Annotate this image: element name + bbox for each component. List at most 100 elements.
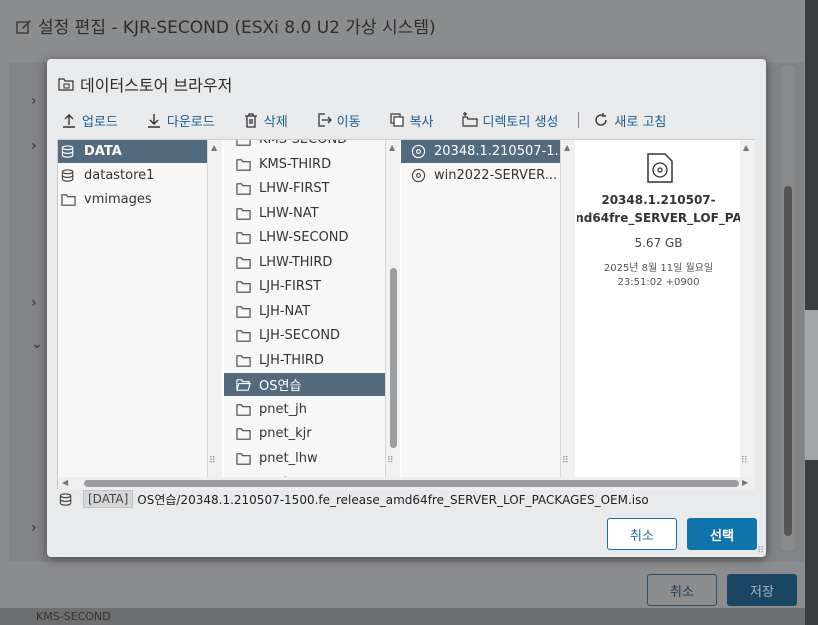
folder-icon [236,452,251,465]
folder-icon [236,330,251,342]
refresh-button[interactable]: 새로 고침 [593,111,666,130]
datastore-label: datastore1 [84,168,155,183]
folder-item[interactable]: pnet_lhw [224,447,385,470]
preview-file-name: 20348.1.210507- nd64fre_SERVER_LOF_PA [577,191,740,227]
create-directory-label: 디렉토리 생성 [482,114,559,130]
disc-image-icon [411,144,426,159]
collapse-chevron-icon[interactable]: ⌄ [31,336,43,352]
resize-grip-icon[interactable]: ⠿ [741,456,748,466]
upload-icon [63,114,75,128]
file-list: 20348.1.210507-1... win2022-SERVER... [401,140,561,477]
folder-item[interactable]: LHW-SECOND [224,226,385,249]
resize-grip-icon[interactable]: ⠿ [209,456,216,466]
folder-item[interactable]: LJH-FIRST [224,275,385,298]
upload-button[interactable]: 업로드 [61,111,118,130]
toolbar: 업로드 다운로드 삭제 이동 복사 디렉토리 생성 새로 고침 [61,109,694,131]
scrollbar-thumb[interactable] [784,186,792,536]
file-list-scrollbar[interactable]: ▲ ⠿ [561,140,575,477]
preview-file-name-line1: 20348.1.210507- [601,193,716,207]
preview-scrollbar[interactable]: ▲ ⠿ [740,140,754,477]
folder-icon [236,140,251,146]
preview-file-size: 5.67 GB [634,236,683,250]
toolbar-divider [578,112,580,128]
file-item[interactable]: win2022-SERVER... [401,164,560,187]
folder-icon [236,183,251,195]
datastore-item-data[interactable]: DATA [58,140,207,163]
folder-item[interactable]: LHW-NAT [224,202,385,225]
new-folder-icon [461,112,478,127]
datastore-item-datastore1[interactable]: datastore1 [58,164,207,187]
scroll-up-icon[interactable]: ▲ [211,143,217,152]
datastore-label: DATA [84,144,122,159]
path-value: OS연습/20348.1.210507-1500.fe_release_amd6… [137,492,649,507]
datastore-icon [61,169,74,182]
copy-icon [389,113,404,127]
background-panel-edge [805,0,818,625]
file-label: win2022-SERVER... [434,168,558,183]
folder-list-scrollbar[interactable]: ▲ ⠿ [386,140,400,477]
resize-grip-icon[interactable]: ⠿ [562,456,569,466]
folder-item[interactable]: pnet_jh [224,398,385,421]
folder-label: pnet_jh [259,401,307,417]
folder-icon [236,281,251,293]
datastore-item-vmimages[interactable]: vmimages [58,188,207,211]
scroll-up-icon[interactable]: ▲ [743,143,749,152]
expand-chevron-icon[interactable]: › [31,295,37,311]
scroll-left-icon[interactable]: ◀ [62,478,68,487]
folder-label: OS연습 [259,379,302,394]
datastore-list-scrollbar[interactable]: ▲ ⠿ [208,140,222,477]
select-button[interactable]: 선택 [687,518,757,550]
selected-path-bar: [DATA] OS연습/20348.1.210507-1500.fe_relea… [59,489,649,509]
preview-date-line1: 2025년 8월 11일 월요일 [603,263,714,274]
edit-settings-save-button[interactable]: 저장 [727,574,797,606]
datastore-list: DATA datastore1 vmimages [58,140,208,477]
scrollbar-thumb[interactable] [390,268,397,448]
folder-item[interactable]: KMS-SECOND [224,140,385,151]
datastore-browser-dialog: 데이터스토어 브라우저 업로드 다운로드 삭제 이동 복사 디렉토리 생성 새로… [47,59,766,557]
folder-item[interactable]: LJH-SECOND [224,324,385,347]
folder-icon [236,158,251,171]
edit-settings-title: 설정 편집 - KJR-SECOND (ESXi 8.0 U2 가상 시스템) [16,13,436,38]
delete-button[interactable]: 삭제 [243,111,288,130]
move-button[interactable]: 이동 [316,111,361,130]
dialog-resize-handle-icon[interactable]: ⠿ [757,546,764,556]
cancel-button[interactable]: 취소 [607,518,677,550]
folder-icon [236,428,251,440]
edit-settings-title-text: 설정 편집 - KJR-SECOND (ESXi 8.0 U2 가상 시스템) [38,18,436,38]
folder-item[interactable]: OS연습 [224,373,385,396]
path-datastore-tag: [DATA] [83,490,134,508]
folder-item[interactable]: KMS-THIRD [224,153,385,176]
move-label: 이동 [336,114,361,130]
scroll-up-icon[interactable]: ▲ [389,143,395,152]
folder-label: LHW-FIRST [259,181,330,196]
folder-item[interactable]: LHW-FIRST [224,177,385,200]
edit-settings-cancel-button[interactable]: 취소 [647,574,717,606]
folder-label: LHW-THIRD [259,254,333,270]
horizontal-scrollbar-thumb[interactable] [84,480,739,487]
edit-settings-scrollbar[interactable] [781,66,795,550]
folder-item[interactable]: LHW-THIRD [224,251,385,274]
expand-chevron-icon[interactable]: › [31,520,37,536]
folder-label: KMS-SECOND [259,140,347,147]
download-button[interactable]: 다운로드 [146,111,215,130]
create-directory-button[interactable]: 디렉토리 생성 [461,111,559,130]
folder-item[interactable]: LJH-NAT [224,300,385,323]
scroll-right-icon[interactable]: ▶ [742,478,748,487]
folder-label: pnet_kjr [259,426,312,441]
folder-item[interactable]: pnet_kjr [224,422,385,445]
copy-button[interactable]: 복사 [389,111,434,130]
download-icon [147,114,160,128]
scroll-up-icon[interactable]: ▲ [564,143,570,152]
file-preview-pane: 20348.1.210507- nd64fre_SERVER_LOF_PA 5.… [577,140,740,477]
preview-date-line2: 23:51:02 +0900 [617,277,700,288]
copy-label: 복사 [409,114,434,130]
expand-chevron-icon[interactable]: › [31,138,37,154]
folder-list: KMS-SECOND KMS-THIRD LHW-FIRST LHW-NAT LHW-S… [224,140,386,477]
resize-grip-icon[interactable]: ⠿ [387,456,394,466]
expand-chevron-icon[interactable]: › [31,93,37,109]
delete-label: 삭제 [263,114,288,130]
disc-image-file-icon [647,153,673,183]
folder-item[interactable]: LJH-THIRD [224,349,385,372]
folder-label: KMS-THIRD [259,156,332,172]
file-item[interactable]: 20348.1.210507-1... [401,140,560,163]
